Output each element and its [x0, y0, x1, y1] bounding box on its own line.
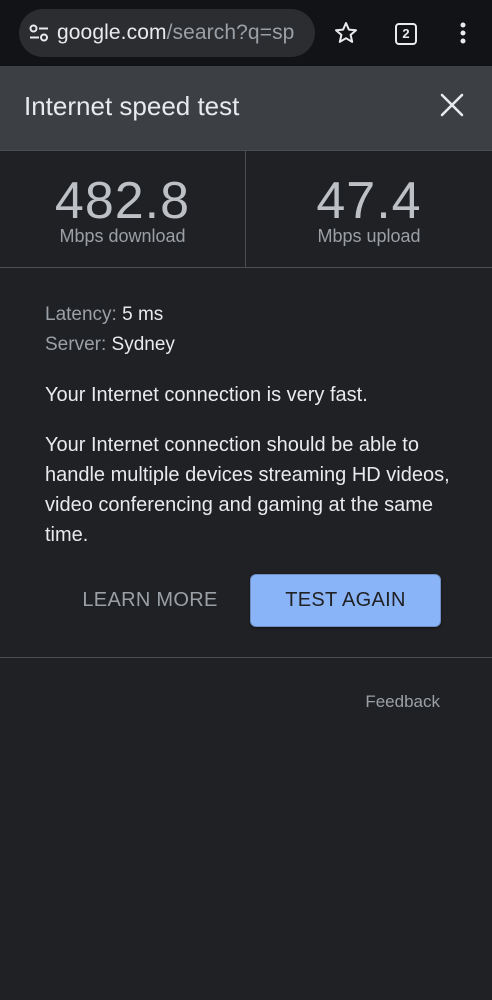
upload-result: 47.4 Mbps upload	[246, 151, 492, 267]
connection-description: Your Internet connection should be able …	[45, 434, 450, 546]
download-value: 482.8	[54, 172, 191, 230]
speed-details: Latency: 5 ms Server: Sydney Your Intern…	[45, 300, 455, 550]
upload-value: 47.4	[316, 172, 422, 230]
server-line: Server: Sydney	[45, 330, 455, 360]
upload-label: Mbps upload	[317, 226, 421, 246]
latency-key: Latency:	[45, 304, 117, 325]
page: google.com/search?q=sp 2 Internet speed …	[0, 0, 492, 1000]
test-again-button[interactable]: TEST AGAIN	[250, 574, 441, 627]
download-result: 482.8 Mbps download	[0, 151, 246, 267]
url-path: /search?q=sp	[166, 21, 295, 44]
bookmark-star-icon[interactable]	[329, 16, 363, 50]
tab-count: 2	[395, 23, 417, 45]
learn-more-button[interactable]: LEARN MORE	[72, 576, 228, 624]
card-title: Internet speed test	[24, 91, 240, 121]
server-value: Sydney	[111, 334, 175, 355]
download-label: Mbps download	[59, 226, 186, 246]
feedback-link[interactable]: Feedback	[365, 692, 440, 712]
speed-results: 482.8 Mbps download 47.4 Mbps upload	[0, 151, 492, 268]
url-host: google.com	[57, 21, 167, 44]
address-bar[interactable]: google.com/search?q=sp	[19, 9, 315, 57]
tab-switcher-button[interactable]: 2	[389, 16, 423, 50]
divider	[0, 657, 492, 658]
site-settings-icon[interactable]	[29, 24, 49, 42]
url-text[interactable]: google.com/search?q=sp	[57, 21, 294, 45]
close-icon[interactable]	[437, 90, 467, 120]
connection-status: Your Internet connection is very fast.	[45, 384, 368, 406]
speed-test-header: Internet speed test	[0, 67, 492, 151]
browser-toolbar: google.com/search?q=sp 2	[0, 0, 492, 67]
server-key: Server:	[45, 334, 107, 355]
latency-line: Latency: 5 ms	[45, 300, 455, 330]
more-menu-icon[interactable]	[446, 16, 480, 50]
latency-value: 5 ms	[122, 304, 164, 325]
